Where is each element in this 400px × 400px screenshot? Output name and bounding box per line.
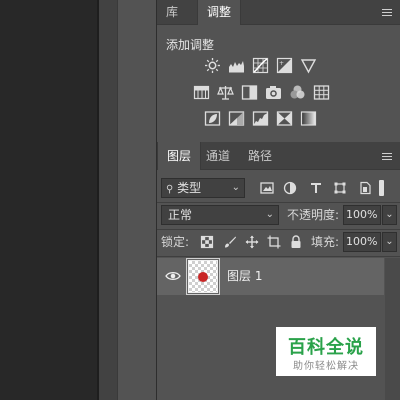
opacity-input[interactable]: 100%	[343, 205, 381, 225]
blend-row: 正常 ⌄ 不透明度: 100% ⌄	[157, 203, 400, 228]
lock-row: 锁定: 填充: 100% ⌄	[157, 230, 400, 255]
fill-input[interactable]: 100%	[343, 232, 381, 252]
adjustments-row-3	[204, 110, 317, 127]
opacity-dropdown-button[interactable]: ⌄	[382, 205, 397, 225]
tab-libraries[interactable]: 库	[157, 0, 187, 25]
chevron-down-icon: ⌄	[265, 209, 274, 220]
threshold-icon[interactable]	[252, 110, 269, 127]
fill-label: 填充:	[311, 235, 340, 249]
adjustments-tabbar: 库 调整	[157, 0, 400, 25]
invert-icon[interactable]	[204, 110, 221, 127]
thumbnail-red-dot	[198, 272, 208, 282]
exposure-icon[interactable]: +	[276, 57, 293, 74]
tab-channels[interactable]: 通道	[197, 142, 239, 170]
tab-adjustments[interactable]: 调整	[197, 0, 242, 25]
fill-dropdown-button[interactable]: ⌄	[382, 232, 397, 252]
watermark-subtitle: 助你轻松解决	[293, 361, 359, 372]
opacity-label: 不透明度:	[287, 208, 340, 222]
adjustments-row-1: +	[204, 57, 317, 74]
layer-thumbnail[interactable]	[188, 260, 218, 293]
hue-saturation-icon[interactable]	[193, 84, 210, 101]
document-canvas[interactable]	[0, 0, 97, 400]
posterize-icon[interactable]	[228, 110, 245, 127]
adjustments-panel: 库 调整 添加调整 +	[157, 0, 400, 142]
layer-filter-row: ⚲ 类型 ⌄	[157, 176, 400, 201]
photo-filter-icon[interactable]	[265, 84, 282, 101]
layers-menu-icon[interactable]	[382, 153, 392, 160]
layer-row[interactable]: 图层 1	[157, 258, 384, 295]
levels-icon[interactable]	[228, 57, 245, 74]
adjustments-title: 添加调整	[166, 38, 215, 52]
panel-dock-gap	[117, 0, 156, 400]
search-icon: ⚲	[166, 184, 174, 195]
layers-tabbar: 图层 通道 路径	[157, 142, 400, 170]
curves-icon[interactable]	[252, 57, 269, 74]
lock-move-icon[interactable]	[245, 235, 259, 249]
lock-artboard-icon[interactable]	[267, 235, 281, 249]
watermark-title: 百科全说	[288, 337, 364, 358]
divider	[157, 256, 400, 257]
type-filter-icon[interactable]	[309, 181, 323, 195]
chevron-down-icon: ⌄	[231, 182, 240, 193]
svg-text:+: +	[279, 60, 284, 67]
adjustment-filter-icon[interactable]	[283, 181, 297, 195]
watermark-logo: 百科全说 助你轻松解决	[276, 327, 376, 376]
lock-all-icon[interactable]	[289, 235, 303, 249]
filter-toggle-switch[interactable]	[379, 180, 384, 196]
brightness-contrast-icon[interactable]	[204, 57, 221, 74]
smart-object-filter-icon[interactable]	[358, 181, 372, 195]
adjustments-row-2	[193, 84, 330, 101]
black-white-icon[interactable]	[241, 84, 258, 101]
lock-brush-icon[interactable]	[223, 235, 237, 249]
visibility-eye-icon[interactable]	[165, 269, 181, 283]
color-lookup-icon[interactable]	[313, 84, 330, 101]
vibrance-icon[interactable]	[300, 57, 317, 74]
tab-layers[interactable]: 图层	[157, 142, 202, 170]
gradient-map-icon[interactable]	[300, 110, 317, 127]
shape-filter-icon[interactable]	[333, 181, 347, 195]
blend-mode-value: 正常	[168, 208, 193, 222]
channel-mixer-icon[interactable]	[289, 84, 306, 101]
blend-mode-select[interactable]: 正常 ⌄	[161, 205, 279, 225]
layer-filter-value: 类型	[177, 181, 202, 195]
panel-menu-icon[interactable]	[382, 9, 392, 16]
tab-paths[interactable]: 路径	[239, 142, 281, 170]
color-balance-icon[interactable]	[217, 84, 234, 101]
pixel-filter-icon[interactable]	[260, 181, 274, 195]
layer-filter-select[interactable]: ⚲ 类型 ⌄	[161, 178, 245, 198]
lock-transparency-icon[interactable]	[200, 235, 214, 249]
lock-label: 锁定:	[161, 235, 190, 249]
selective-color-icon[interactable]	[276, 110, 293, 127]
collapsed-dock	[99, 0, 117, 400]
layer-name[interactable]: 图层 1	[227, 258, 262, 295]
layers-scrollbar[interactable]	[385, 258, 400, 400]
